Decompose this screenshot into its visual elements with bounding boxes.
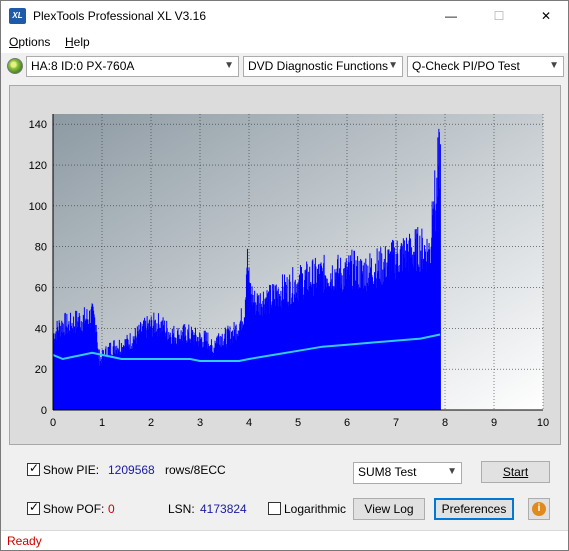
- preferences-label: Preferences: [441, 502, 507, 516]
- test-select-value: Q-Check PI/PO Test: [412, 59, 520, 73]
- show-pof-label: Show POF:: [43, 502, 105, 516]
- info-icon: i: [532, 502, 546, 516]
- close-button[interactable]: ✕: [523, 1, 569, 31]
- menu-help-label: elp: [73, 35, 90, 49]
- x-tick-label: 5: [295, 417, 301, 429]
- x-tick-label: 4: [246, 417, 252, 429]
- pi-po-chart: 0 1 2 3 4 5 6 7 8 9 10 0 20 40 60 80 100 120 140: [29, 114, 549, 429]
- menu-options[interactable]: Options: [9, 35, 50, 49]
- status-text: Ready: [7, 534, 42, 548]
- x-tick-label: 3: [197, 417, 203, 429]
- pof-value: 0: [108, 502, 115, 516]
- view-log-button[interactable]: View Log: [353, 498, 425, 520]
- chart-panel: 0 1 2 3 4 5 6 7 8 9 10 0 20 40 60 80 100 120 140: [9, 85, 561, 445]
- y-tick-label: 140: [29, 119, 47, 131]
- plextools-logo-icon: XL: [9, 8, 26, 24]
- x-tick-labels: 0 1 2 3 4 5 6 7 8 9 10: [50, 417, 549, 429]
- status-bar: Ready: [1, 530, 568, 550]
- x-tick-label: 2: [148, 417, 154, 429]
- y-tick-label: 80: [35, 242, 47, 254]
- start-button[interactable]: Start: [481, 461, 550, 483]
- y-tick-label: 0: [41, 405, 47, 417]
- x-tick-label: 9: [491, 417, 497, 429]
- check-icon: ✓: [29, 461, 40, 475]
- menu-bar: Options Help: [1, 31, 568, 53]
- sum-test-value: SUM8 Test: [358, 465, 417, 479]
- chevron-down-icon: ▼: [549, 60, 559, 71]
- chevron-down-icon: ▼: [388, 60, 398, 71]
- x-tick-label: 7: [393, 417, 399, 429]
- show-pie-checkbox[interactable]: ✓: [27, 461, 40, 476]
- view-log-label: View Log: [364, 502, 414, 516]
- show-pie-label: Show PIE:: [43, 463, 100, 477]
- info-button[interactable]: i: [528, 498, 550, 520]
- x-tick-label: 0: [50, 417, 56, 429]
- y-tick-label: 60: [35, 283, 47, 295]
- rows-unit: rows/8ECC: [165, 463, 226, 477]
- show-pof-checkbox[interactable]: ✓: [27, 500, 40, 515]
- menu-options-accel: O: [9, 35, 19, 49]
- logarithmic-label: Logarithmic: [284, 502, 347, 516]
- y-tick-label: 40: [35, 323, 47, 335]
- menu-help[interactable]: Help: [65, 35, 90, 49]
- y-tick-label: 20: [35, 364, 47, 376]
- function-select-value: DVD Diagnostic Functions: [248, 59, 389, 73]
- y-tick-label: 120: [29, 160, 47, 172]
- chevron-down-icon: ▼: [224, 60, 234, 71]
- start-button-label: Start: [502, 465, 529, 479]
- drive-status-icon: [7, 58, 23, 74]
- pie-value: 1209568: [108, 463, 155, 477]
- menu-options-label: ptions: [18, 35, 51, 49]
- sum-test-select[interactable]: SUM8 Test ▼: [353, 462, 462, 484]
- lsn-label: LSN:: [168, 502, 195, 516]
- title-bar[interactable]: XL PlexTools Professional XL V3.16 — ☐ ✕: [1, 1, 568, 31]
- chevron-down-icon: ▼: [447, 466, 457, 477]
- x-tick-label: 10: [537, 417, 549, 429]
- logarithmic-checkbox[interactable]: [268, 502, 281, 515]
- x-tick-label: 6: [344, 417, 350, 429]
- maximize-button[interactable]: ☐: [476, 1, 522, 31]
- x-tick-label: 8: [442, 417, 448, 429]
- pie-bar: [439, 144, 441, 410]
- y-tick-label: 100: [29, 201, 47, 213]
- test-select[interactable]: Q-Check PI/PO Test ▼: [407, 56, 564, 77]
- check-icon: ✓: [29, 500, 40, 514]
- window-title: PlexTools Professional XL V3.16: [33, 9, 206, 23]
- preferences-button[interactable]: Preferences: [434, 498, 514, 520]
- lsn-value: 4173824: [200, 502, 247, 516]
- menu-help-accel: H: [65, 35, 74, 49]
- toolbar: HA:8 ID:0 PX-760A ▼ DVD Diagnostic Funct…: [1, 54, 568, 80]
- function-select[interactable]: DVD Diagnostic Functions ▼: [243, 56, 403, 77]
- drive-select-value: HA:8 ID:0 PX-760A: [31, 59, 135, 73]
- minimize-button[interactable]: —: [428, 1, 474, 31]
- x-tick-label: 1: [99, 417, 105, 429]
- drive-select[interactable]: HA:8 ID:0 PX-760A ▼: [26, 56, 239, 77]
- y-tick-labels: 0 20 40 60 80 100 120 140: [29, 119, 47, 417]
- app-window: XL PlexTools Professional XL V3.16 — ☐ ✕…: [0, 0, 569, 551]
